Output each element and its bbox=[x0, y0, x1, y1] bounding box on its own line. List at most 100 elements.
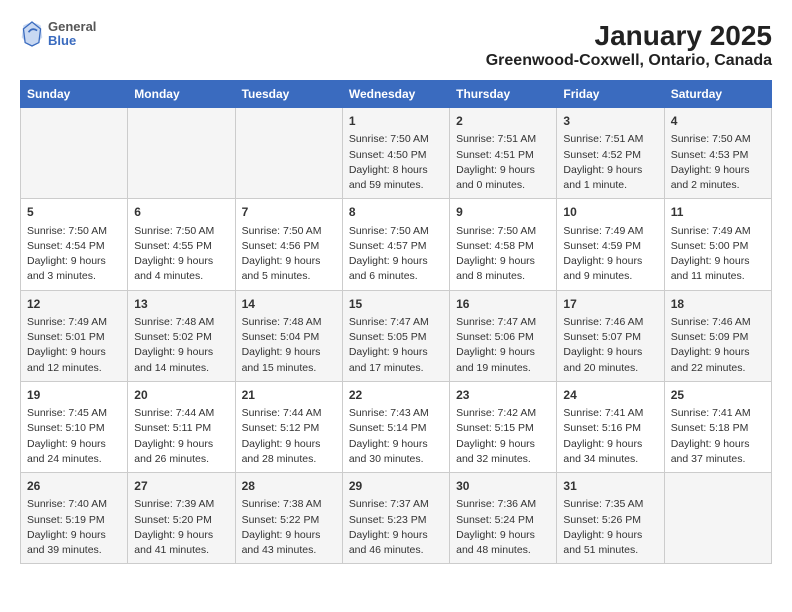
day-number: 10 bbox=[563, 204, 657, 221]
calendar-cell: 29 Sunrise: 7:37 AM Sunset: 5:23 PM Dayli… bbox=[342, 473, 449, 564]
day-info: Sunrise: 7:42 AM Sunset: 5:15 PM Dayligh… bbox=[456, 406, 550, 467]
day-info: Sunrise: 7:49 AM Sunset: 4:59 PM Dayligh… bbox=[563, 224, 657, 285]
day-number: 8 bbox=[349, 204, 443, 221]
day-info: Sunrise: 7:48 AM Sunset: 5:04 PM Dayligh… bbox=[242, 315, 336, 376]
calendar-cell: 16 Sunrise: 7:47 AM Sunset: 5:06 PM Dayli… bbox=[450, 290, 557, 381]
calendar-week-row: 19 Sunrise: 7:45 AM Sunset: 5:10 PM Dayli… bbox=[21, 381, 772, 472]
day-info: Sunrise: 7:50 AM Sunset: 4:55 PM Dayligh… bbox=[134, 224, 228, 285]
day-info: Sunrise: 7:51 AM Sunset: 4:51 PM Dayligh… bbox=[456, 132, 550, 193]
day-info: Sunrise: 7:48 AM Sunset: 5:02 PM Dayligh… bbox=[134, 315, 228, 376]
day-number: 4 bbox=[671, 113, 765, 130]
day-number: 3 bbox=[563, 113, 657, 130]
calendar-table: SundayMondayTuesdayWednesdayThursdayFrid… bbox=[20, 80, 772, 564]
calendar-cell: 23Sunrise: 7:42 AM Sunset: 5:15 PM Dayli… bbox=[450, 381, 557, 472]
day-info: Sunrise: 7:49 AM Sunset: 5:01 PM Dayligh… bbox=[27, 315, 121, 376]
day-number: 19 bbox=[27, 387, 121, 404]
day-info: Sunrise: 7:36 AM Sunset: 5:24 PM Dayligh… bbox=[456, 497, 550, 558]
calendar-cell bbox=[235, 108, 342, 199]
day-number: 7 bbox=[242, 204, 336, 221]
day-number: 5 bbox=[27, 204, 121, 221]
day-number: 26 bbox=[27, 478, 121, 495]
weekday-header-saturday: Saturday bbox=[664, 81, 771, 108]
calendar-cell: 3 Sunrise: 7:51 AM Sunset: 4:52 PM Daylig… bbox=[557, 108, 664, 199]
calendar-cell: 19 Sunrise: 7:45 AM Sunset: 5:10 PM Dayli… bbox=[21, 381, 128, 472]
day-number: 21 bbox=[242, 387, 336, 404]
calendar-cell: 15 Sunrise: 7:47 AM Sunset: 5:05 PM Dayli… bbox=[342, 290, 449, 381]
day-info: Sunrise: 7:45 AM Sunset: 5:10 PM Dayligh… bbox=[27, 406, 121, 467]
day-number: 2 bbox=[456, 113, 550, 130]
calendar-cell bbox=[128, 108, 235, 199]
calendar-cell bbox=[21, 108, 128, 199]
day-number: 9 bbox=[456, 204, 550, 221]
calendar-cell: 8 Sunrise: 7:50 AM Sunset: 4:57 PM Daylig… bbox=[342, 199, 449, 290]
day-info: Sunrise: 7:43 AM Sunset: 5:14 PM Dayligh… bbox=[349, 406, 443, 467]
day-number: 6 bbox=[134, 204, 228, 221]
weekday-header-monday: Monday bbox=[128, 81, 235, 108]
day-number: 24 bbox=[563, 387, 657, 404]
calendar-cell: 17Sunrise: 7:46 AM Sunset: 5:07 PM Dayli… bbox=[557, 290, 664, 381]
calendar-cell: 12 Sunrise: 7:49 AM Sunset: 5:01 PM Dayli… bbox=[21, 290, 128, 381]
calendar-cell: 26 Sunrise: 7:40 AM Sunset: 5:19 PM Dayli… bbox=[21, 473, 128, 564]
day-info: Sunrise: 7:51 AM Sunset: 4:52 PM Dayligh… bbox=[563, 132, 657, 193]
day-info: Sunrise: 7:44 AM Sunset: 5:12 PM Dayligh… bbox=[242, 406, 336, 467]
calendar-cell: 7 Sunrise: 7:50 AM Sunset: 4:56 PM Daylig… bbox=[235, 199, 342, 290]
calendar-cell: 21 Sunrise: 7:44 AM Sunset: 5:12 PM Dayli… bbox=[235, 381, 342, 472]
calendar-cell: 25Sunrise: 7:41 AM Sunset: 5:18 PM Dayli… bbox=[664, 381, 771, 472]
day-info: Sunrise: 7:38 AM Sunset: 5:22 PM Dayligh… bbox=[242, 497, 336, 558]
day-number: 27 bbox=[134, 478, 228, 495]
day-info: Sunrise: 7:39 AM Sunset: 5:20 PM Dayligh… bbox=[134, 497, 228, 558]
day-info: Sunrise: 7:47 AM Sunset: 5:06 PM Dayligh… bbox=[456, 315, 550, 376]
day-info: Sunrise: 7:50 AM Sunset: 4:54 PM Dayligh… bbox=[27, 224, 121, 285]
calendar-cell: 14 Sunrise: 7:48 AM Sunset: 5:04 PM Dayli… bbox=[235, 290, 342, 381]
day-number: 20 bbox=[134, 387, 228, 404]
day-info: Sunrise: 7:41 AM Sunset: 5:16 PM Dayligh… bbox=[563, 406, 657, 467]
day-info: Sunrise: 7:50 AM Sunset: 4:56 PM Dayligh… bbox=[242, 224, 336, 285]
day-number: 29 bbox=[349, 478, 443, 495]
calendar-cell: 5 Sunrise: 7:50 AM Sunset: 4:54 PM Daylig… bbox=[21, 199, 128, 290]
title-block: January 2025 Greenwood-Coxwell, Ontario,… bbox=[486, 20, 772, 70]
day-number: 18 bbox=[671, 296, 765, 313]
calendar-week-row: 26 Sunrise: 7:40 AM Sunset: 5:19 PM Dayli… bbox=[21, 473, 772, 564]
day-info: Sunrise: 7:37 AM Sunset: 5:23 PM Dayligh… bbox=[349, 497, 443, 558]
day-info: Sunrise: 7:49 AM Sunset: 5:00 PM Dayligh… bbox=[671, 224, 765, 285]
calendar-cell: 30 Sunrise: 7:36 AM Sunset: 5:24 PM Dayli… bbox=[450, 473, 557, 564]
day-info: Sunrise: 7:35 AM Sunset: 5:26 PM Dayligh… bbox=[563, 497, 657, 558]
calendar-cell: 13 Sunrise: 7:48 AM Sunset: 5:02 PM Dayli… bbox=[128, 290, 235, 381]
logo-text: General Blue bbox=[48, 20, 96, 49]
day-info: Sunrise: 7:40 AM Sunset: 5:19 PM Dayligh… bbox=[27, 497, 121, 558]
calendar-cell: 6 Sunrise: 7:50 AM Sunset: 4:55 PM Daylig… bbox=[128, 199, 235, 290]
day-info: Sunrise: 7:41 AM Sunset: 5:18 PM Dayligh… bbox=[671, 406, 765, 467]
weekday-header-tuesday: Tuesday bbox=[235, 81, 342, 108]
day-number: 11 bbox=[671, 204, 765, 221]
day-number: 30 bbox=[456, 478, 550, 495]
calendar-cell: 10 Sunrise: 7:49 AM Sunset: 4:59 PM Dayli… bbox=[557, 199, 664, 290]
calendar-week-row: 12 Sunrise: 7:49 AM Sunset: 5:01 PM Dayli… bbox=[21, 290, 772, 381]
calendar-cell: 31Sunrise: 7:35 AM Sunset: 5:26 PM Dayli… bbox=[557, 473, 664, 564]
calendar-cell: 20 Sunrise: 7:44 AM Sunset: 5:11 PM Dayli… bbox=[128, 381, 235, 472]
day-number: 13 bbox=[134, 296, 228, 313]
weekday-header-row: SundayMondayTuesdayWednesdayThursdayFrid… bbox=[21, 81, 772, 108]
day-number: 12 bbox=[27, 296, 121, 313]
day-info: Sunrise: 7:50 AM Sunset: 4:57 PM Dayligh… bbox=[349, 224, 443, 285]
weekday-header-sunday: Sunday bbox=[21, 81, 128, 108]
day-number: 15 bbox=[349, 296, 443, 313]
page-header: General Blue January 2025 Greenwood-Coxw… bbox=[20, 20, 772, 70]
day-info: Sunrise: 7:44 AM Sunset: 5:11 PM Dayligh… bbox=[134, 406, 228, 467]
calendar-subtitle: Greenwood-Coxwell, Ontario, Canada bbox=[486, 52, 772, 70]
day-number: 16 bbox=[456, 296, 550, 313]
day-number: 28 bbox=[242, 478, 336, 495]
calendar-week-row: 1 Sunrise: 7:50 AM Sunset: 4:50 PM Daylig… bbox=[21, 108, 772, 199]
weekday-header-thursday: Thursday bbox=[450, 81, 557, 108]
day-info: Sunrise: 7:47 AM Sunset: 5:05 PM Dayligh… bbox=[349, 315, 443, 376]
calendar-cell bbox=[664, 473, 771, 564]
calendar-cell: 18Sunrise: 7:46 AM Sunset: 5:09 PM Dayli… bbox=[664, 290, 771, 381]
calendar-cell: 22Sunrise: 7:43 AM Sunset: 5:14 PM Dayli… bbox=[342, 381, 449, 472]
calendar-cell: 1 Sunrise: 7:50 AM Sunset: 4:50 PM Daylig… bbox=[342, 108, 449, 199]
day-info: Sunrise: 7:50 AM Sunset: 4:50 PM Dayligh… bbox=[349, 132, 443, 193]
calendar-cell: 9Sunrise: 7:50 AM Sunset: 4:58 PM Daylig… bbox=[450, 199, 557, 290]
day-number: 1 bbox=[349, 113, 443, 130]
calendar-cell: 27 Sunrise: 7:39 AM Sunset: 5:20 PM Dayli… bbox=[128, 473, 235, 564]
logo-icon bbox=[20, 20, 44, 48]
day-number: 14 bbox=[242, 296, 336, 313]
calendar-cell: 4Sunrise: 7:50 AM Sunset: 4:53 PM Daylig… bbox=[664, 108, 771, 199]
